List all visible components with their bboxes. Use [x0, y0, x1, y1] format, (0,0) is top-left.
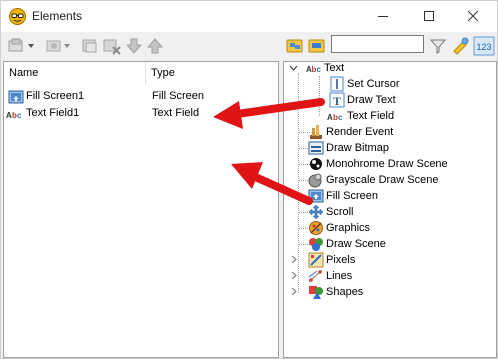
tree-item-label: Graphics [326, 222, 371, 234]
tree-item-label: Set Cursor [347, 78, 400, 90]
tree-item-text[interactable]: A b c Text [306, 60, 344, 76]
minimize-button[interactable] [369, 5, 397, 27]
chevron-right-icon[interactable] [290, 255, 299, 264]
text-field-icon: A b c [6, 107, 24, 121]
tree-item-render-event[interactable]: Render Event [308, 124, 393, 140]
tree-item-draw-scene[interactable]: Draw Scene [308, 236, 386, 252]
tree-connector [319, 76, 320, 116]
duplicate-button[interactable] [80, 36, 100, 56]
chevron-right-icon[interactable] [290, 287, 299, 296]
settings-button[interactable] [451, 36, 471, 56]
tree-item-lines[interactable]: Lines [308, 268, 352, 284]
chevron-down-icon[interactable] [289, 64, 298, 73]
tree-item-label: Draw Scene [326, 238, 386, 250]
svg-text:123: 123 [476, 42, 491, 52]
sort-numeric-button[interactable]: 123 [473, 36, 495, 56]
move-down-button[interactable] [124, 36, 144, 56]
elements-window: Elements 123 Name Type Fill Screen1 Fill… [0, 0, 498, 359]
elements-toolbar [4, 34, 279, 58]
tree-item-label: Grayscale Draw Scene [326, 174, 439, 186]
move-up-button[interactable] [145, 36, 165, 56]
tree-item-fill-screen[interactable]: Fill Screen [308, 188, 378, 204]
svg-text:c: c [17, 111, 22, 120]
clear-filter-button[interactable] [428, 36, 448, 56]
lines-icon [308, 268, 324, 284]
draw-text-icon: T [329, 92, 345, 108]
tree-toolbar: 123 [283, 34, 495, 58]
add-element-button[interactable] [6, 36, 38, 56]
tree-item-label: Monohrome Draw Scene [326, 158, 448, 170]
tree-item-pixels[interactable]: Pixels [308, 252, 355, 268]
element-types-tree[interactable]: A b c Text Set Cursor T Draw Text A b c … [283, 61, 497, 358]
title-bar[interactable]: Elements [1, 1, 497, 32]
column-header-name[interactable]: Name [4, 62, 146, 84]
svg-text:c: c [338, 113, 343, 122]
row-type: Fill Screen [152, 90, 204, 102]
tree-item-draw-bitmap[interactable]: Draw Bitmap [308, 140, 389, 156]
app-logo-icon [9, 8, 26, 25]
tree-item-grayscale-draw-scene[interactable]: Grayscale Draw Scene [308, 172, 439, 188]
tree-item-monochrome-draw-scene[interactable]: Monohrome Draw Scene [308, 156, 448, 172]
collapse-all-button[interactable] [307, 36, 327, 56]
tree-item-label: Draw Bitmap [326, 142, 389, 154]
tree-item-label: Render Event [326, 126, 394, 138]
tree-item-scroll[interactable]: Scroll [308, 204, 354, 220]
expand-all-button[interactable] [285, 36, 305, 56]
render-event-icon [308, 124, 324, 140]
tree-item-label: Fill Screen [326, 190, 378, 202]
tree-item-label: Shapes [326, 286, 364, 298]
shapes-icon [308, 284, 324, 300]
fill-screen-icon [308, 188, 324, 204]
delete-button[interactable] [102, 36, 122, 56]
tree-item-label: Draw Text [347, 94, 396, 106]
chevron-right-icon[interactable] [290, 271, 299, 280]
monochrome-scene-icon [308, 156, 324, 172]
tree-item-label: Lines [326, 270, 353, 282]
tree-item-label: Text [324, 62, 345, 74]
grayscale-scene-icon [308, 172, 324, 188]
text-field-icon: A b c [327, 108, 345, 124]
svg-text:c: c [317, 65, 322, 74]
set-cursor-icon [329, 76, 345, 92]
draw-bitmap-icon [308, 140, 324, 156]
pixels-icon [308, 252, 324, 268]
row-name: Fill Screen1 [26, 90, 85, 102]
tree-item-set-cursor[interactable]: Set Cursor [329, 76, 400, 92]
text-icon: A b c [306, 60, 322, 76]
elements-list[interactable]: Name Type Fill Screen1 Fill Screen A b c… [3, 61, 279, 358]
tree-item-draw-text[interactable]: T Draw Text [329, 92, 396, 108]
graphics-icon [308, 220, 324, 236]
maximize-button[interactable] [415, 5, 443, 27]
table-row[interactable]: Fill Screen1 Fill Screen [4, 88, 278, 105]
column-header-type[interactable]: Type [146, 62, 278, 84]
window-title: Elements [32, 9, 83, 23]
svg-text:T: T [333, 94, 341, 108]
tree-item-label: Pixels [326, 254, 356, 266]
draw-scene-icon [308, 236, 324, 252]
row-name: Text Field1 [26, 107, 80, 119]
table-row[interactable]: A b c Text Field1 Text Field [4, 105, 278, 122]
scroll-icon [308, 204, 324, 220]
row-type: Text Field [152, 107, 200, 119]
tree-item-shapes[interactable]: Shapes [308, 284, 363, 300]
tree-item-label: Scroll [326, 206, 354, 218]
search-input[interactable] [331, 35, 424, 53]
tree-item-text-field[interactable]: A b c Text Field [327, 108, 394, 124]
close-button[interactable] [459, 5, 487, 27]
fill-screen-icon [8, 90, 24, 104]
tree-item-graphics[interactable]: Graphics [308, 220, 370, 236]
add-dropdown-button[interactable] [44, 36, 74, 56]
tree-item-label: Text Field [347, 110, 395, 122]
